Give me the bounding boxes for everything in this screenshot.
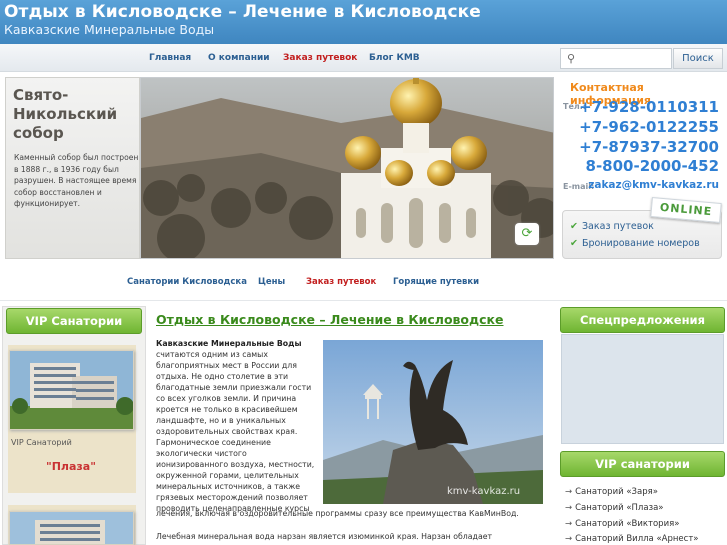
vip-card-name[interactable]: "Плаза" (46, 460, 96, 473)
online-booking-label: Бронирование номеров (581, 238, 700, 249)
subnav-hot-tours[interactable]: Горящие путевки (393, 277, 479, 287)
vip-card-second-photo[interactable] (9, 511, 134, 545)
search-button[interactable]: Поиск (673, 48, 723, 69)
photo-watermark: kmv-kavkaz.ru (447, 486, 521, 497)
subnav-sanatoriums[interactable]: Санатории Кисловодска (127, 277, 247, 287)
right-link-label: Санаторий «Плаза» (575, 503, 664, 513)
hero-caption-panel: Свято-Никольский собор Каменный собор бы… (5, 77, 140, 259)
hero-photo-cathedral (140, 77, 554, 259)
subnav-order[interactable]: Заказ путевок (306, 277, 376, 287)
right-link-arnest[interactable]: → Санаторий Вилла «Арнест» (565, 534, 699, 544)
vip-card-plaza-photo[interactable] (9, 350, 134, 430)
refresh-icon: ⟳ (521, 226, 533, 241)
search-input[interactable]: ⚲ (560, 48, 672, 69)
nav-order[interactable]: Заказ путевок (283, 53, 357, 63)
site-subtitle: Кавказские Минеральные Воды (4, 22, 215, 37)
special-offers-box (561, 334, 724, 444)
check-icon: ✔ (570, 221, 578, 232)
phone-3: +7-87937-32700 (579, 138, 719, 156)
eagle-monument-photo (323, 340, 543, 504)
check-icon: ✔ (570, 238, 578, 249)
right-link-label: Санаторий «Виктория» (575, 519, 680, 529)
vip-sanatoriums-heading: VIP Санатории (6, 308, 142, 334)
right-link-label: Санаторий «Заря» (575, 487, 658, 497)
right-link-plaza[interactable]: → Санаторий «Плаза» (565, 503, 664, 513)
nav-home[interactable]: Главная (149, 53, 191, 63)
right-link-zarya[interactable]: → Санаторий «Заря» (565, 487, 658, 497)
phone-4: 8-800-2000-452 (585, 157, 719, 175)
hero-text: Каменный собор был построен в 1888 г., в… (14, 153, 139, 208)
refresh-slide-button[interactable]: ⟳ (515, 223, 539, 245)
nav-about[interactable]: О компании (208, 53, 270, 63)
special-offers-heading: Спецпредложения (560, 307, 725, 333)
main-paragraph-line2: лечения, включая в оздоровительные прогр… (156, 509, 519, 518)
divider (0, 300, 727, 301)
phone-1: +7-928-0110311 (579, 98, 719, 116)
online-booking-link[interactable]: ✔ Бронирование номеров (570, 238, 700, 249)
right-link-victoria[interactable]: → Санаторий «Виктория» (565, 519, 679, 529)
site-title[interactable]: Отдых в Кисловодске – Лечение в Кисловод… (4, 2, 481, 22)
vip-sanatoriums-right-heading: VIP санатории (560, 451, 725, 477)
vip-card-caption: VIP Санаторий (11, 438, 72, 447)
phone-2: +7-962-0122255 (579, 118, 719, 136)
arrow-right-icon: → (565, 503, 573, 513)
main-paragraph-line3: Лечебная минеральная вода нарзан являетс… (156, 532, 493, 541)
main-title[interactable]: Отдых в Кисловодске – Лечение в Кисловод… (156, 312, 504, 327)
arrow-right-icon: → (565, 519, 573, 529)
search-icon: ⚲ (567, 52, 576, 65)
email-link[interactable]: zakaz@kmv-kavkaz.ru (588, 179, 719, 191)
nav-blog[interactable]: Блог КМВ (369, 53, 420, 63)
hero-title: Свято-Никольский собор (13, 86, 118, 142)
right-link-label: Санаторий Вилла «Арнест» (575, 534, 699, 544)
arrow-right-icon: → (565, 534, 573, 544)
site-header: Отдых в Кисловодске – Лечение в Кисловод… (0, 0, 727, 44)
online-order-link[interactable]: ✔ Заказ путевок (570, 221, 654, 232)
subnav-prices[interactable]: Цены (258, 277, 285, 287)
main-paragraph: Кавказские Минеральные Воды считаются од… (156, 338, 316, 514)
online-order-label: Заказ путевок (581, 221, 654, 232)
main-lead-text: считаются одним из самых благоприятных м… (156, 350, 315, 513)
arrow-right-icon: → (565, 487, 573, 497)
main-lead-bold: Кавказские Минеральные Воды (156, 339, 302, 348)
